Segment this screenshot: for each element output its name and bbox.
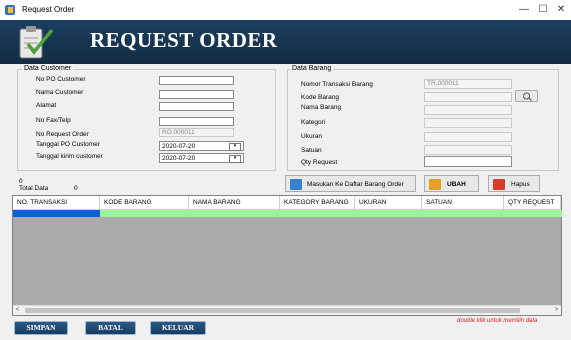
nama-barang-field: [424, 105, 512, 115]
fax-label: No Fax/Telp: [36, 117, 71, 124]
kategori-field: [424, 118, 512, 128]
scroll-left-button[interactable]: <: [13, 306, 22, 315]
search-icon: [523, 92, 532, 101]
ship-date-value: 2020-07-20: [162, 155, 196, 162]
hapus-button[interactable]: Hapus: [488, 175, 540, 192]
window-title: Request Order: [22, 5, 75, 14]
column-header-nama-barang[interactable]: NAMA BARANG: [189, 196, 280, 210]
header-banner: [0, 20, 571, 64]
satuan-field: [424, 145, 512, 155]
satuan-label: Satuan: [301, 147, 322, 154]
fax-field[interactable]: [159, 117, 234, 126]
kategori-label: Kategori: [301, 119, 326, 126]
calendar-dropdown-icon[interactable]: ▾: [229, 155, 241, 163]
add-to-order-button[interactable]: Masukan Ke Daftar Barang Order: [285, 175, 416, 192]
add-to-order-label: Masukan Ke Daftar Barang Order: [307, 181, 404, 188]
column-header-satuan[interactable]: SATUAN: [422, 196, 504, 210]
barang-group-title: Data Barang: [290, 65, 334, 72]
po-customer-field[interactable]: [159, 76, 234, 85]
column-header-qty-request[interactable]: QTY REQUEST: [504, 196, 561, 210]
simpan-button[interactable]: SIMPAN: [14, 321, 68, 335]
po-date-value: 2020-07-20: [162, 143, 196, 150]
column-header-kategory-barang[interactable]: KATEGORY BARANG: [280, 196, 355, 210]
trans-number-label: Nomor Transaksi Barang: [301, 81, 373, 88]
ubah-label: UBAH: [447, 181, 466, 188]
ubah-button[interactable]: UBAH: [424, 175, 479, 192]
edit-icon: [429, 179, 441, 190]
calendar-dropdown-icon[interactable]: ▾: [229, 143, 241, 151]
nama-barang-label: Nama Barang: [301, 104, 342, 111]
po-date-picker[interactable]: 2020-07-20 ▾: [159, 141, 244, 151]
po-date-label: Tanggal PO Customer: [36, 141, 100, 148]
search-button[interactable]: [515, 90, 538, 102]
scrollbar-thumb[interactable]: [25, 308, 520, 313]
ship-date-picker[interactable]: 2020-07-20 ▾: [159, 153, 244, 163]
request-order-label: No Request Order: [36, 131, 89, 138]
ship-date-label: Tanggal kirim customer: [36, 153, 103, 160]
address-field[interactable]: [159, 102, 234, 111]
qty-request-label: Qty Request: [301, 159, 338, 166]
delete-icon: [493, 179, 505, 190]
hapus-label: Hapus: [511, 181, 530, 188]
double-click-hint: double klik untuk memilih data: [457, 318, 538, 324]
clipboard-icon: [19, 26, 54, 59]
customer-name-label: Nama Customer: [36, 89, 84, 96]
page-title: REQUEST ORDER: [90, 28, 278, 52]
customer-name-field[interactable]: [159, 90, 234, 99]
total-data-count: 0: [74, 185, 78, 192]
horizontal-scrollbar[interactable]: < >: [13, 305, 561, 315]
kode-barang-label: Kode Barang: [301, 94, 339, 101]
customer-group-title: Data Customer: [22, 65, 74, 72]
selected-cell[interactable]: [13, 210, 100, 217]
qty-request-field[interactable]: [424, 156, 512, 167]
order-grid[interactable]: NO. TRANSAKSI KODE BARANG NAMA BARANG KA…: [12, 195, 562, 316]
minimize-button[interactable]: —: [517, 4, 531, 16]
ukuran-field: [424, 132, 512, 142]
batal-button[interactable]: BATAL: [85, 321, 136, 335]
kode-barang-field: [424, 92, 512, 102]
total-data-label: Total Data: [19, 185, 49, 192]
ukuran-label: Ukuran: [301, 133, 322, 140]
scroll-right-button[interactable]: >: [552, 306, 561, 315]
app-icon: [5, 5, 15, 15]
request-order-field: RO.000011: [159, 128, 234, 137]
po-customer-label: No PO Customer: [36, 76, 86, 83]
maximize-button[interactable]: ☐: [536, 4, 550, 16]
keluar-button[interactable]: KELUAR: [150, 321, 206, 335]
column-header-no-transaksi[interactable]: NO. TRANSAKSI: [13, 196, 100, 210]
trans-number-field: TR.000011: [424, 79, 512, 89]
total-top-value: 0: [19, 178, 23, 185]
close-button[interactable]: ✕: [554, 4, 568, 16]
column-header-kode-barang[interactable]: KODE BARANG: [100, 196, 189, 210]
column-header-ukuran[interactable]: UKURAN: [355, 196, 422, 210]
new-row[interactable]: [100, 210, 562, 217]
address-label: Alamat: [36, 102, 57, 109]
title-bar: [0, 0, 571, 20]
list-add-icon: [290, 179, 302, 190]
